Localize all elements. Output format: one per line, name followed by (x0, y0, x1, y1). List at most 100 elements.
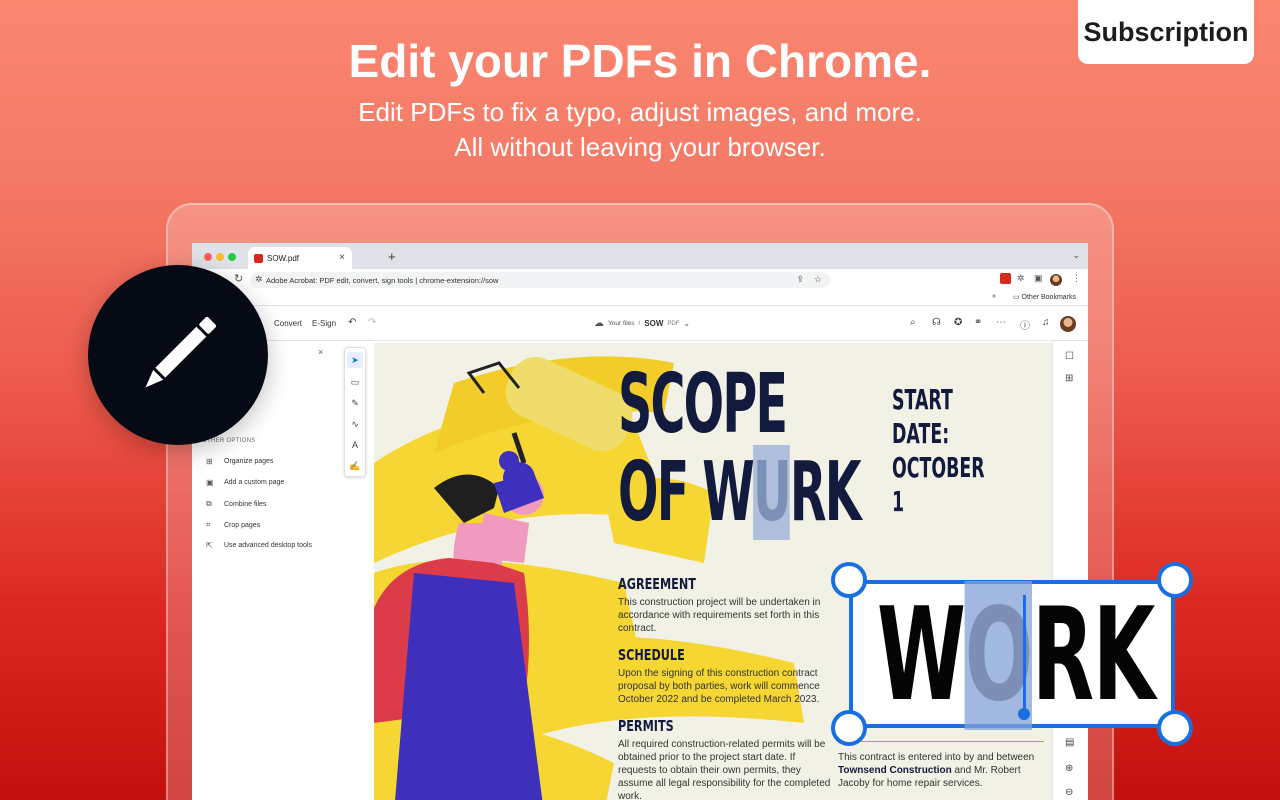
section-heading-agreement: AGREEMENT (618, 575, 696, 593)
promo-subline-1: Edit PDFs to fix a typo, adjust images, … (358, 97, 922, 127)
link-icon[interactable]: ⚭ (974, 317, 982, 328)
acrobat-extension-icon[interactable] (1000, 273, 1011, 284)
promo-subline-2: All without leaving your browser. (454, 132, 826, 162)
tab-strip: SOW.pdf × + ⌄ (192, 243, 1088, 269)
panel-item-add-custom-page[interactable]: ▣ Add a custom page (206, 478, 284, 487)
right-rail: ☐ ⊞ ▤ ⊕ ⊖ (1052, 341, 1088, 800)
redo-icon[interactable]: ↷ (368, 317, 376, 328)
resize-handle-top-left[interactable] (831, 562, 867, 598)
convert-menu[interactable]: Convert (274, 319, 302, 328)
section-body-schedule: Upon the signing of this construction co… (618, 668, 820, 705)
page-info-icon[interactable]: ▤ (1065, 737, 1074, 748)
zoom-out-icon[interactable]: ⊖ (1065, 787, 1073, 798)
comments-panel-icon[interactable]: ☐ (1065, 351, 1074, 362)
resize-handle-top-right[interactable] (1157, 562, 1193, 598)
crop-pages-icon: ⌗ (206, 520, 211, 529)
organize-pages-icon: ⊞ (206, 457, 213, 466)
edit-pencil-badge (88, 265, 268, 445)
file-name: SOW (644, 319, 664, 328)
section-heading-permits: PERMITS (618, 717, 674, 735)
document-title: SCOPE OF WURK (618, 357, 862, 540)
extensions-icon[interactable]: ✲ (1017, 273, 1025, 284)
panel-item-organize-pages[interactable]: ⊞ Organize pages (206, 457, 273, 466)
tab-search-chevron-icon[interactable]: ⌄ (1072, 250, 1080, 261)
combine-files-icon: ⧉ (206, 499, 212, 508)
section-heading-schedule: SCHEDULE (618, 646, 685, 664)
profile-avatar[interactable] (1050, 274, 1062, 286)
cloud-icon: ☁ (594, 318, 604, 329)
edit-text-part-b: RK (1031, 581, 1155, 730)
select-cursor-icon[interactable]: ➤ (347, 352, 363, 368)
start-date-line-2: OCTOBER 1 (892, 451, 985, 518)
browser-toolbar: ← → ↻ ✲ Adobe Acrobat: PDF edit, convert… (192, 269, 1088, 291)
minimize-window-dot[interactable] (216, 253, 224, 261)
panel-item-label: Organize pages (224, 458, 274, 465)
file-type: PDF (667, 320, 680, 327)
sign-icon[interactable]: ✍ (347, 458, 363, 474)
zoom-in-icon[interactable]: ⊕ (1065, 763, 1073, 774)
selected-letter-highlight[interactable]: U (752, 445, 792, 540)
undo-icon[interactable]: ↶ (348, 317, 356, 328)
file-menu-chevron-icon[interactable]: ⌄ (683, 319, 690, 328)
acrobat-tab-icon (254, 253, 263, 263)
start-date-line-1: START DATE: (892, 383, 953, 450)
title-part-b: RK (789, 445, 862, 540)
thumbnails-grid-icon[interactable]: ⊞ (1065, 373, 1073, 384)
chrome-menu-icon[interactable]: ⋮ (1072, 273, 1081, 284)
custom-page-icon: ▣ (206, 478, 214, 487)
panel-item-label: Combine files (224, 500, 267, 508)
panel-item-label: Crop pages (224, 521, 261, 529)
bookmarks-overflow-icon[interactable]: » (992, 293, 996, 300)
quick-tools-column: ➤ ▭ ✎ ∿ A ✍ (344, 347, 366, 477)
breadcrumb-root[interactable]: Your files (608, 320, 635, 327)
address-bar[interactable]: ✲ Adobe Acrobat: PDF edit, convert, sign… (250, 272, 830, 288)
address-bar-url: Adobe Acrobat: PDF edit, convert, sign t… (266, 275, 499, 285)
share-icon[interactable]: ⇪ (796, 274, 804, 285)
title-part-a: OF W (618, 445, 755, 540)
esign-menu[interactable]: E-Sign (312, 319, 336, 328)
start-date-block: START DATE: OCTOBER 1 (892, 383, 991, 519)
resize-handle-bottom-left[interactable] (831, 710, 867, 746)
read-aloud-icon[interactable]: ☊ (932, 317, 941, 328)
panel-item-crop-pages[interactable]: ⌗ Crop pages (206, 520, 260, 530)
maximize-window-dot[interactable] (228, 253, 236, 261)
more-options-icon[interactable]: ⋯ (996, 317, 1006, 328)
text-cursor-handle[interactable] (1018, 708, 1030, 720)
tab-title: SOW.pdf (267, 253, 300, 263)
panel-item-label: Add a custom page (224, 479, 285, 486)
panel-close-icon[interactable]: × (318, 347, 323, 357)
text-edit-box[interactable]: WORK (849, 580, 1175, 730)
contract-paragraph: This contract is entered into by and bet… (838, 751, 1052, 790)
other-bookmarks-folder[interactable]: ▭ Other Bookmarks (1013, 293, 1076, 301)
bookmark-star-icon[interactable]: ☆ (814, 274, 822, 285)
close-window-dot[interactable] (204, 253, 212, 261)
contract-company: Townsend Construction (838, 765, 952, 776)
ai-assistant-icon[interactable]: ✪ (954, 317, 962, 328)
help-icon[interactable]: ⓘ (1020, 317, 1030, 332)
breadcrumb-separator: / (638, 320, 641, 327)
bookmarks-bar: » ▭ Other Bookmarks (192, 291, 1088, 306)
pencil-icon (145, 316, 217, 388)
text-box-icon[interactable]: A (347, 437, 363, 453)
highlight-pen-icon[interactable]: ✎ (347, 395, 363, 411)
text-cursor (1023, 595, 1026, 713)
new-tab-button[interactable]: + (388, 249, 396, 264)
draw-freehand-icon[interactable]: ∿ (347, 416, 363, 432)
pdf-page: SCOPE OF WURK START DATE: OCTOBER 1 AGRE… (374, 343, 1052, 800)
panel-item-advanced-desktop-tools[interactable]: ⇱ Use advanced desktop tools (206, 541, 312, 550)
edit-box-text[interactable]: WORK (877, 581, 1155, 730)
comment-icon[interactable]: ▭ (347, 374, 363, 390)
contract-text-pre: This contract is entered into by and bet… (838, 752, 1035, 763)
resize-handle-bottom-right[interactable] (1157, 710, 1193, 746)
document-title-line-2: OF WURK (618, 445, 862, 540)
promo-headline: Edit your PDFs in Chrome. (348, 35, 932, 87)
other-bookmarks-label: Other Bookmarks (1021, 294, 1076, 301)
desktop-tools-icon: ⇱ (206, 541, 213, 550)
document-title-line-1: SCOPE (618, 357, 788, 452)
user-avatar[interactable] (1060, 316, 1076, 332)
search-icon[interactable]: ⌕ (910, 317, 916, 328)
side-panel-icon[interactable]: ▣ (1034, 273, 1043, 284)
notifications-bell-icon[interactable]: ♫ (1042, 317, 1050, 328)
tab-close-icon[interactable]: × (339, 252, 345, 263)
panel-item-combine-files[interactable]: ⧉ Combine files (206, 499, 266, 509)
